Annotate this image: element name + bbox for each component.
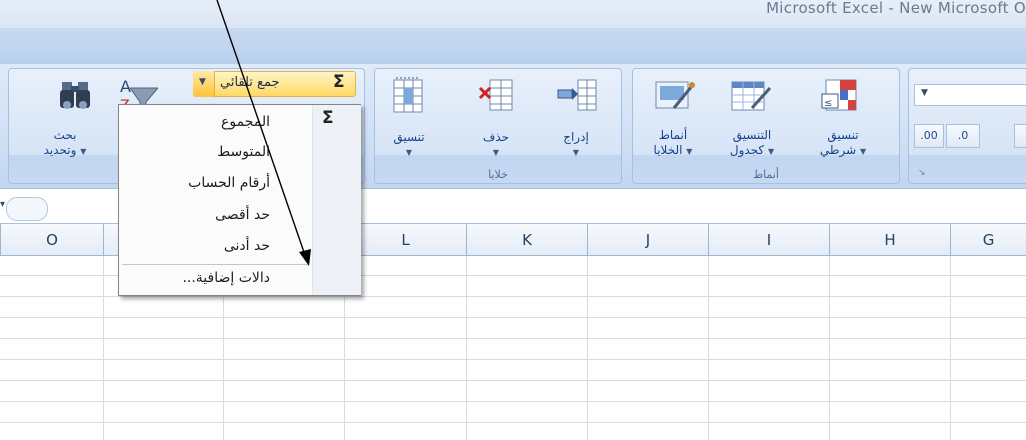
- menu-separator: [122, 264, 308, 265]
- sigma-icon: Σ: [333, 72, 345, 92]
- format-cells-icon[interactable]: [388, 76, 428, 116]
- menu-item-more-functions[interactable]: دالات إضافية...: [182, 270, 270, 286]
- column-header[interactable]: K: [466, 224, 587, 256]
- menu-item-count-numbers[interactable]: أرقام الحساب: [188, 175, 270, 191]
- conditional-formatting-line2: شرطي: [819, 143, 857, 157]
- menu-item-min[interactable]: حد أدنى: [224, 238, 270, 254]
- autosum-label: جمع تلقائي: [220, 75, 280, 90]
- decrease-decimal-icon: .00: [920, 129, 938, 142]
- menu-item-average[interactable]: المتوسط: [217, 144, 270, 160]
- format-label: تنسيق: [393, 130, 425, 144]
- dropdown-arrow-icon: ▼: [492, 148, 500, 157]
- styles-group-label: أنماط: [752, 168, 779, 181]
- column-header[interactable]: I: [708, 224, 829, 256]
- sigma-icon: Σ: [322, 108, 334, 128]
- ribbon-tab-strip: [0, 28, 1026, 64]
- chevron-down-icon[interactable]: ▾: [0, 199, 5, 210]
- autosum-dropdown-toggle[interactable]: ▼: [193, 71, 215, 97]
- find-select-line1: بحث: [53, 128, 77, 142]
- binoculars-icon[interactable]: [58, 76, 98, 116]
- title-bar: Microsoft Excel - New Microsoft O: [0, 0, 1026, 28]
- column-header[interactable]: L: [344, 224, 466, 256]
- dropdown-arrow-icon: ▼: [767, 147, 775, 156]
- column-header[interactable]: H: [829, 224, 950, 256]
- name-box-button[interactable]: [6, 197, 48, 221]
- svg-text:≤: ≤: [824, 98, 832, 109]
- insert-cells-icon[interactable]: [556, 76, 600, 116]
- conditional-formatting-icon[interactable]: ≤: [818, 76, 862, 116]
- format-as-table-icon[interactable]: [728, 76, 772, 116]
- insert-label: إدراج: [563, 130, 589, 144]
- cell-styles-line2: الخلايا: [653, 143, 683, 157]
- find-select-button[interactable]: بحث وتحديد ▼: [34, 128, 96, 159]
- dropdown-arrow-icon: ▼: [80, 147, 87, 156]
- conditional-formatting-button[interactable]: تنسيق شرطي ▼: [812, 128, 874, 159]
- delete-button[interactable]: حذف ▼: [474, 130, 518, 160]
- format-as-table-line1: التنسيق: [732, 128, 772, 142]
- dialog-launcher-icon[interactable]: ↘: [918, 168, 926, 178]
- cell-styles-line1: أنماط: [658, 128, 688, 142]
- dropdown-arrow-icon: ▼: [572, 148, 580, 157]
- window-title: Microsoft Excel - New Microsoft O: [766, 0, 1026, 17]
- find-select-line2: وتحديد: [43, 143, 77, 157]
- menu-item-max[interactable]: حد أقصى: [215, 207, 270, 223]
- delete-cells-icon[interactable]: [476, 76, 516, 116]
- cell-styles-icon[interactable]: [652, 76, 696, 116]
- column-header[interactable]: G: [950, 224, 1026, 256]
- comma-style-button[interactable]: [1014, 124, 1026, 148]
- number-format-select[interactable]: ▼: [914, 84, 1026, 106]
- format-as-table-button[interactable]: التنسيق كجدول ▼: [722, 128, 782, 159]
- conditional-formatting-line1: تنسيق: [827, 128, 859, 142]
- dropdown-arrow-icon: ▼: [686, 147, 693, 156]
- dropdown-arrow-icon: ▼: [405, 148, 413, 157]
- column-header[interactable]: O: [0, 224, 103, 256]
- dropdown-arrow-icon: ▼: [859, 147, 867, 156]
- decrease-decimal-button[interactable]: .00: [914, 124, 944, 148]
- cell-styles-button[interactable]: أنماط الخلايا ▼: [640, 128, 706, 159]
- increase-decimal-button[interactable]: .0: [946, 124, 980, 148]
- menu-icon-gutter: [312, 105, 361, 295]
- cells-group-label: خلايا: [488, 168, 508, 181]
- increase-decimal-icon: .0: [957, 129, 969, 142]
- format-button[interactable]: تنسيق ▼: [384, 130, 434, 160]
- menu-item-sum[interactable]: المجموع: [221, 114, 270, 130]
- insert-button[interactable]: إدراج ▼: [556, 130, 596, 160]
- svg-text:A: A: [120, 77, 131, 96]
- delete-label: حذف: [482, 130, 510, 144]
- column-header[interactable]: J: [587, 224, 708, 256]
- chevron-down-icon: ▼: [921, 88, 928, 98]
- chevron-down-icon: ▼: [199, 77, 206, 87]
- format-as-table-line2: كجدول: [729, 143, 765, 157]
